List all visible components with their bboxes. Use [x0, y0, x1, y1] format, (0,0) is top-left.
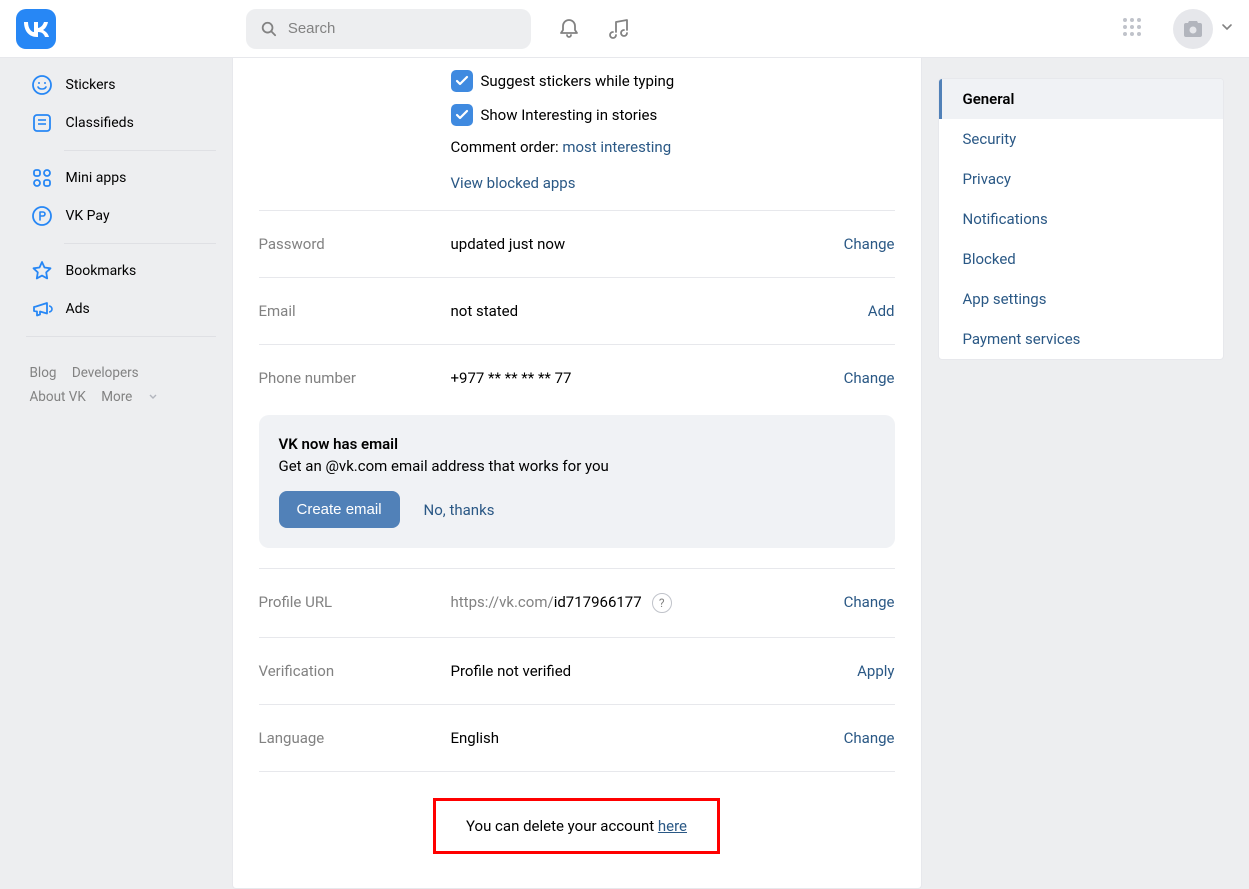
setting-value: updated just now	[451, 235, 844, 253]
email-promo: VK now has email Get an @vk.com email ad…	[259, 415, 895, 548]
footer-developers[interactable]: Developers	[72, 365, 139, 381]
setting-value: +977 ** ** ** ** 77	[451, 369, 844, 387]
dismiss-promo-link[interactable]: No, thanks	[424, 501, 495, 519]
create-email-button[interactable]: Create email	[279, 491, 400, 528]
divider	[64, 150, 216, 151]
settings-nav-app-settings[interactable]: App settings	[939, 279, 1223, 319]
help-icon[interactable]: ?	[652, 593, 672, 613]
checkbox-checked-icon	[451, 104, 473, 126]
add-email-link[interactable]: Add	[868, 302, 895, 320]
left-sidebar: Stickers Classifieds Mini apps VK Pay Bo…	[26, 58, 216, 889]
vk-logo[interactable]	[16, 9, 56, 49]
promo-subtitle: Get an @vk.com email address that works …	[279, 457, 875, 475]
delete-account-link[interactable]: here	[658, 817, 687, 835]
pay-icon	[30, 204, 54, 228]
divider	[26, 336, 216, 337]
services-icon[interactable]	[1121, 16, 1143, 42]
change-password-link[interactable]: Change	[844, 235, 895, 253]
sidebar-label: VK Pay	[66, 208, 110, 224]
setting-value: https://vk.com/id717966177?	[451, 593, 844, 613]
header	[0, 0, 1249, 58]
promo-title: VK now has email	[279, 435, 875, 453]
comment-order-label: Comment order:	[451, 138, 563, 156]
setting-label: Phone number	[259, 369, 451, 387]
sidebar-label: Bookmarks	[66, 263, 137, 279]
comment-order-row: Comment order: most interesting	[451, 132, 895, 162]
sidebar-label: Classifieds	[66, 115, 134, 131]
setting-value: English	[451, 729, 844, 747]
view-blocked-apps-link[interactable]: View blocked apps	[451, 174, 576, 192]
star-icon	[30, 259, 54, 283]
smile-icon	[30, 73, 54, 97]
main-panel: Suggest stickers while typing Show Inter…	[232, 58, 922, 889]
search-input[interactable]	[288, 20, 517, 37]
classifieds-icon	[30, 111, 54, 135]
divider	[64, 243, 216, 244]
sidebar-item-ads[interactable]: Ads	[26, 290, 216, 328]
sidebar-item-classifieds[interactable]: Classifieds	[26, 104, 216, 142]
search-icon	[260, 19, 278, 39]
sidebar-item-bookmarks[interactable]: Bookmarks	[26, 252, 216, 290]
setting-label: Profile URL	[259, 593, 451, 613]
apply-verification-link[interactable]: Apply	[857, 662, 894, 680]
footer-links: Blog Developers About VK More	[26, 345, 216, 410]
setting-email: Email not stated Add	[259, 277, 895, 344]
option-label: Suggest stickers while typing	[481, 72, 675, 90]
checkbox-checked-icon	[451, 70, 473, 92]
settings-nav-privacy[interactable]: Privacy	[939, 159, 1223, 199]
setting-label: Password	[259, 235, 451, 253]
sidebar-label: Stickers	[66, 77, 116, 93]
setting-label: Email	[259, 302, 451, 320]
comment-order-value[interactable]: most interesting	[562, 138, 671, 156]
setting-value: not stated	[451, 302, 868, 320]
setting-verification: Verification Profile not verified Apply	[259, 637, 895, 704]
avatar[interactable]	[1173, 9, 1213, 49]
sidebar-item-stickers[interactable]: Stickers	[26, 66, 216, 104]
settings-nav: General Security Privacy Notifications B…	[938, 78, 1224, 360]
notifications-icon[interactable]	[557, 17, 581, 41]
chevron-down-icon	[148, 392, 158, 402]
music-icon[interactable]	[607, 17, 631, 41]
option-suggest-stickers[interactable]: Suggest stickers while typing	[451, 64, 895, 98]
mini-apps-icon	[30, 166, 54, 190]
delete-account-row: You can delete your account here	[259, 771, 895, 858]
camera-icon	[1182, 20, 1204, 38]
chevron-down-icon[interactable]	[1221, 21, 1233, 37]
footer-more[interactable]: More	[101, 385, 157, 409]
change-url-link[interactable]: Change	[844, 593, 895, 613]
settings-nav-blocked[interactable]: Blocked	[939, 239, 1223, 279]
setting-value: Profile not verified	[451, 662, 858, 680]
footer-about[interactable]: About VK	[30, 389, 86, 405]
sidebar-item-mini-apps[interactable]: Mini apps	[26, 159, 216, 197]
setting-label: Verification	[259, 662, 451, 680]
change-phone-link[interactable]: Change	[844, 369, 895, 387]
search-box[interactable]	[246, 9, 531, 49]
settings-nav-general[interactable]: General	[939, 79, 1223, 119]
setting-label: Language	[259, 729, 451, 747]
megaphone-icon	[30, 297, 54, 321]
option-label: Show Interesting in stories	[481, 106, 658, 124]
setting-phone: Phone number +977 ** ** ** ** 77 Change	[259, 344, 895, 411]
setting-password: Password updated just now Change	[259, 210, 895, 277]
delete-text: You can delete your account	[466, 817, 658, 835]
footer-blog[interactable]: Blog	[30, 365, 57, 381]
option-show-interesting[interactable]: Show Interesting in stories	[451, 98, 895, 132]
settings-nav-notifications[interactable]: Notifications	[939, 199, 1223, 239]
settings-nav-security[interactable]: Security	[939, 119, 1223, 159]
change-language-link[interactable]: Change	[844, 729, 895, 747]
sidebar-label: Mini apps	[66, 170, 127, 186]
settings-nav-payment-services[interactable]: Payment services	[939, 319, 1223, 359]
setting-profile-url: Profile URL https://vk.com/id717966177? …	[259, 568, 895, 637]
sidebar-item-vk-pay[interactable]: VK Pay	[26, 197, 216, 235]
sidebar-label: Ads	[66, 301, 90, 317]
setting-language: Language English Change	[259, 704, 895, 771]
